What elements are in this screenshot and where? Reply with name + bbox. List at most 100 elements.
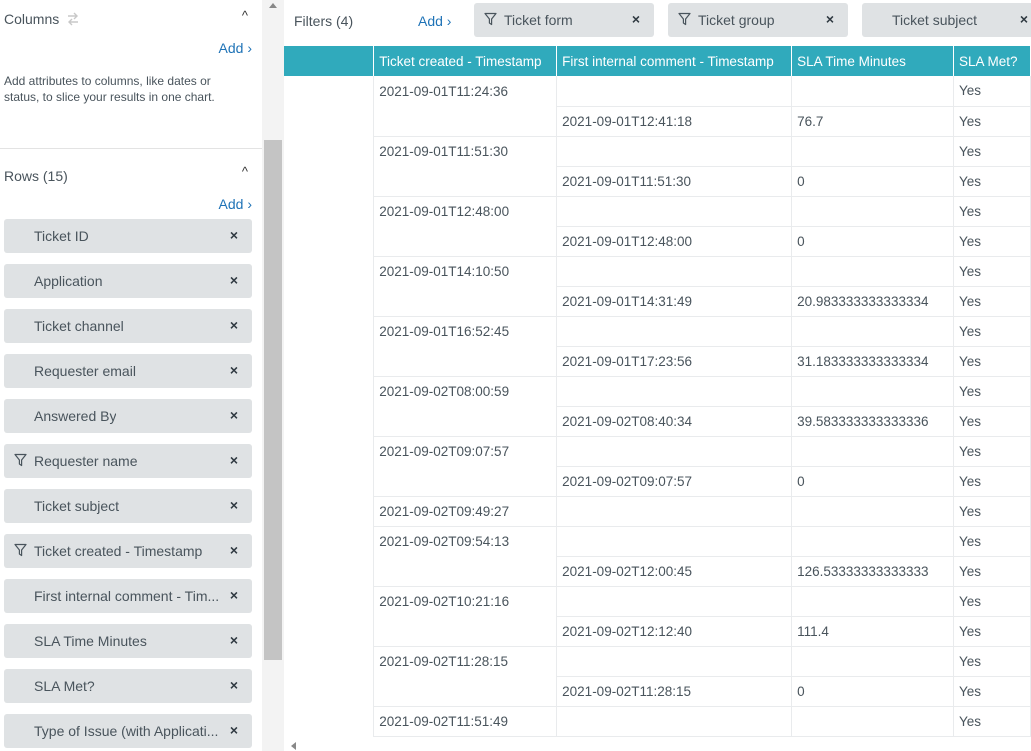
- table-cell: [373, 346, 558, 377]
- column-header[interactable]: SLA Met?: [953, 46, 1031, 76]
- table-row: 2021-09-02T09:54:13 Yes: [284, 526, 1031, 557]
- table-cell: [791, 646, 954, 677]
- table-cell: Yes: [953, 646, 1031, 677]
- row-attribute-label: SLA Met?: [34, 678, 95, 694]
- row-attribute-chip[interactable]: Requester name ×: [4, 444, 252, 478]
- table-cell: 2021-09-02T09:07:57: [556, 466, 793, 497]
- sidebar-scrollbar[interactable]: [262, 0, 284, 751]
- scroll-up-arrow-icon[interactable]: [269, 3, 277, 8]
- row-attribute-label: SLA Time Minutes: [34, 633, 147, 649]
- table-cell: 2021-09-02T12:00:45: [556, 556, 793, 587]
- rows-collapse-icon[interactable]: ^: [242, 164, 248, 179]
- table-row: 2021-09-02T12:00:45 126.53333333333333 Yes: [284, 556, 1031, 587]
- remove-icon[interactable]: ×: [230, 362, 238, 378]
- row-attribute-chip[interactable]: Type of Issue (with Applicati... ×: [4, 714, 252, 748]
- remove-icon[interactable]: ×: [230, 677, 238, 693]
- table-cell: 2021-09-01T17:23:56: [556, 346, 793, 377]
- remove-icon[interactable]: ×: [230, 497, 238, 513]
- table-cell: [373, 226, 558, 257]
- remove-icon[interactable]: ×: [230, 632, 238, 648]
- table-cell: 2021-09-02T11:28:15: [373, 646, 558, 676]
- remove-icon[interactable]: ×: [230, 452, 238, 468]
- filter-chip-label: Ticket subject: [892, 12, 978, 28]
- table-cell: Yes: [953, 706, 1031, 737]
- swap-icon[interactable]: [65, 12, 81, 26]
- column-header[interactable]: First internal comment - Timestamp: [556, 46, 793, 76]
- table-cell: [284, 136, 375, 166]
- filter-chip-label: Ticket form: [504, 12, 573, 28]
- table-cell: [556, 76, 793, 107]
- table-cell: [284, 346, 375, 376]
- filters-add-link[interactable]: Add ›: [418, 13, 451, 29]
- table-cell: [373, 406, 558, 437]
- rows-add-link[interactable]: Add ›: [219, 196, 252, 212]
- filters-bar: Filters (4) Add › Ticket form × Ticket gro…: [284, 0, 1031, 46]
- remove-icon[interactable]: ×: [826, 11, 834, 27]
- table-cell: Yes: [953, 286, 1031, 317]
- table-cell: [791, 376, 954, 407]
- remove-icon[interactable]: ×: [230, 587, 238, 603]
- scroll-left-arrow-icon[interactable]: [291, 742, 296, 750]
- remove-icon[interactable]: ×: [230, 227, 238, 243]
- table-row: 2021-09-02T11:28:15 0 Yes: [284, 676, 1031, 707]
- table-row: 2021-09-01T12:48:00 0 Yes: [284, 226, 1031, 257]
- table-cell: 2021-09-01T12:41:18: [556, 106, 793, 137]
- table-cell: 0: [791, 226, 954, 257]
- row-attribute-chip[interactable]: First internal comment - Tim... ×: [4, 579, 252, 613]
- row-attribute-chip[interactable]: SLA Met? ×: [4, 669, 252, 703]
- remove-icon[interactable]: ×: [1020, 11, 1028, 27]
- columns-add-link[interactable]: Add ›: [219, 40, 252, 56]
- remove-icon[interactable]: ×: [632, 11, 640, 27]
- table-cell: [373, 106, 558, 137]
- row-attribute-chip[interactable]: Application ×: [4, 264, 252, 298]
- scrollbar-thumb[interactable]: [264, 140, 282, 660]
- table-cell: 2021-09-01T14:31:49: [556, 286, 793, 317]
- row-attribute-chip[interactable]: Ticket created - Timestamp ×: [4, 534, 252, 568]
- table-cell: [284, 526, 375, 556]
- remove-icon[interactable]: ×: [230, 317, 238, 333]
- table-cell: [284, 646, 375, 676]
- table-cell: [284, 376, 375, 406]
- columns-header: Columns: [4, 11, 81, 27]
- row-attribute-chip[interactable]: Ticket ID ×: [4, 219, 252, 253]
- table-cell: Yes: [953, 556, 1031, 587]
- table-cell: [791, 436, 954, 467]
- table-cell: [284, 316, 375, 346]
- table-row: 2021-09-01T11:24:36 Yes: [284, 76, 1031, 107]
- table-cell: [791, 586, 954, 617]
- table-cell: [791, 196, 954, 227]
- filter-chip[interactable]: Ticket group ×: [668, 3, 848, 37]
- table-cell: [791, 256, 954, 287]
- table-cell: 0: [791, 166, 954, 197]
- filter-icon: [14, 453, 27, 470]
- table-row: 2021-09-02T11:51:49 Yes: [284, 706, 1031, 737]
- table-cell: [556, 586, 793, 617]
- filter-chip[interactable]: Ticket form ×: [474, 3, 654, 37]
- table-cell: [284, 586, 375, 616]
- filter-chip-label: Ticket group: [698, 12, 775, 28]
- results-table-wrap: Ticket created - Timestamp First internal…: [284, 46, 1031, 751]
- filter-chip[interactable]: Ticket subject ×: [862, 3, 1031, 37]
- column-header[interactable]: [284, 46, 375, 76]
- row-attribute-label: Ticket ID: [34, 228, 89, 244]
- row-attribute-chip[interactable]: Answered By ×: [4, 399, 252, 433]
- columns-collapse-icon[interactable]: ^: [242, 8, 248, 23]
- column-header[interactable]: Ticket created - Timestamp: [373, 46, 558, 76]
- remove-icon[interactable]: ×: [230, 722, 238, 738]
- table-cell: [373, 466, 558, 497]
- table-cell: [284, 466, 375, 496]
- table-row: 2021-09-02T11:28:15 Yes: [284, 646, 1031, 677]
- row-attribute-label: Ticket channel: [34, 318, 124, 334]
- columns-help-text: Add attributes to columns, like dates or…: [4, 74, 215, 104]
- row-attribute-chip[interactable]: Requester email ×: [4, 354, 252, 388]
- column-header[interactable]: SLA Time Minutes: [791, 46, 954, 76]
- remove-icon[interactable]: ×: [230, 542, 238, 558]
- row-attribute-chip[interactable]: Ticket channel ×: [4, 309, 252, 343]
- remove-icon[interactable]: ×: [230, 407, 238, 423]
- remove-icon[interactable]: ×: [230, 272, 238, 288]
- row-attribute-chip[interactable]: SLA Time Minutes ×: [4, 624, 252, 658]
- table-cell: Yes: [953, 76, 1031, 107]
- table-cell: [791, 316, 954, 347]
- row-attribute-label: Type of Issue (with Applicati...: [34, 723, 219, 739]
- row-attribute-chip[interactable]: Ticket subject ×: [4, 489, 252, 523]
